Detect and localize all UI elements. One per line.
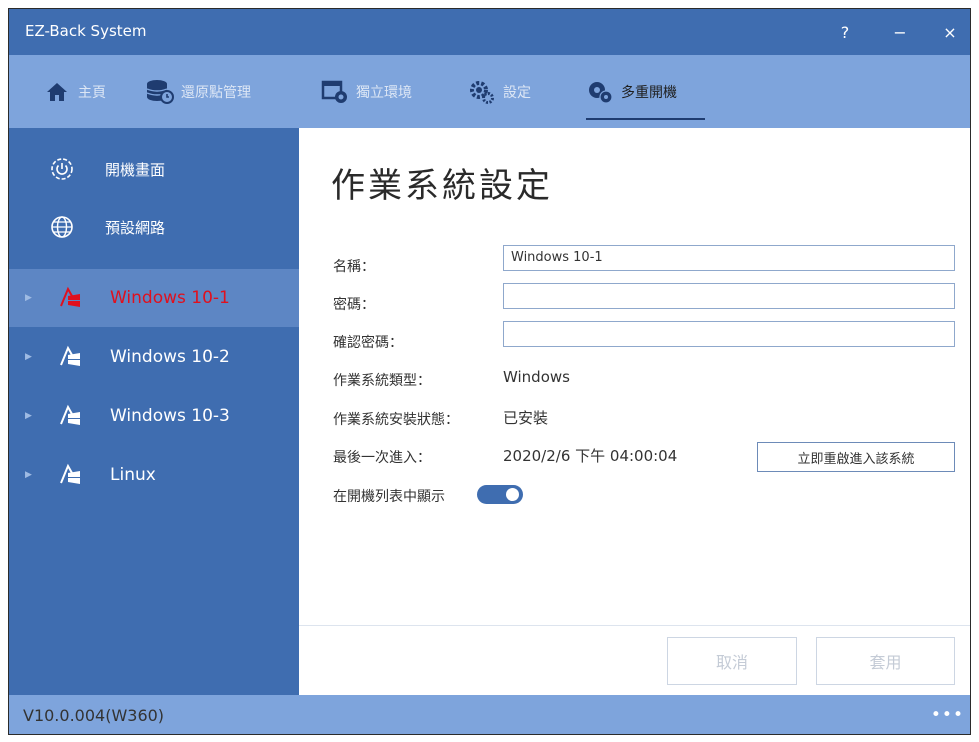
sidebar-item-windows-10-1[interactable]: ▶ Windows 10-1 bbox=[9, 269, 299, 327]
nav-home[interactable]: 主頁 bbox=[43, 55, 106, 128]
globe-icon bbox=[45, 210, 79, 244]
confirm-password-label: 確認密碼： bbox=[333, 335, 403, 351]
show-in-boot-list-label: 在開機列表中顯示 bbox=[333, 489, 445, 505]
nav-independent-env-label: 獨立環境 bbox=[356, 84, 412, 101]
expand-caret-icon[interactable]: ▶ bbox=[25, 293, 32, 303]
window-title: EZ-Back System bbox=[25, 22, 147, 40]
name-input[interactable]: Windows 10-1 bbox=[503, 245, 955, 271]
nav-restore-points-label: 還原點管理 bbox=[181, 84, 251, 101]
main-content: 作業系統設定 名稱： Windows 10-1 密碼： 確認密碼： 作業系統類型… bbox=[299, 128, 970, 695]
expand-caret-icon[interactable]: ▶ bbox=[25, 352, 32, 362]
nav-multi-boot-label: 多重開機 bbox=[621, 84, 677, 101]
last-entry-label: 最後一次進入： bbox=[333, 450, 431, 466]
footer-divider bbox=[299, 625, 970, 626]
nav-settings-label: 設定 bbox=[503, 84, 531, 101]
multi-gear-icon bbox=[586, 79, 614, 105]
database-restore-icon bbox=[146, 79, 174, 105]
gear-power-icon bbox=[45, 152, 79, 186]
os-windows-icon bbox=[53, 399, 87, 433]
name-label: 名稱： bbox=[333, 259, 375, 275]
sidebar-item-label: Windows 10-1 bbox=[110, 288, 230, 308]
cancel-button[interactable]: 取消 bbox=[667, 637, 797, 685]
nav-home-label: 主頁 bbox=[78, 84, 106, 101]
install-status-label: 作業系統安裝狀態： bbox=[333, 412, 459, 428]
os-type-label: 作業系統類型： bbox=[333, 373, 431, 389]
apply-button[interactable]: 套用 bbox=[816, 637, 955, 685]
nav-settings[interactable]: 設定 bbox=[468, 55, 531, 128]
version-label: V10.0.004(W360) bbox=[23, 706, 165, 725]
top-nav: 主頁 還原點管理 獨立環境 設定 多重開機 bbox=[9, 55, 970, 128]
expand-caret-icon[interactable]: ▶ bbox=[25, 411, 32, 421]
sidebar-item-label: Linux bbox=[110, 465, 156, 485]
password-label: 密碼： bbox=[333, 297, 375, 313]
confirm-password-input[interactable] bbox=[503, 321, 955, 347]
sidebar-item-windows-10-2[interactable]: ▶ Windows 10-2 bbox=[9, 328, 299, 386]
sidebar-item-label: 預設網路 bbox=[105, 218, 166, 237]
sidebar-item-default-network[interactable]: 預設網路 bbox=[9, 198, 299, 256]
active-tab-underline bbox=[586, 118, 705, 120]
os-type-value: Windows bbox=[503, 368, 570, 386]
more-options-button[interactable]: ••• bbox=[931, 705, 964, 725]
show-in-boot-list-toggle[interactable] bbox=[477, 485, 523, 504]
close-button[interactable]: × bbox=[933, 17, 967, 47]
page-title: 作業系統設定 bbox=[331, 166, 553, 206]
sidebar: 開機畫面 預設網路 ▶ Windows 10-1 ▶ Windows 10-2 … bbox=[9, 128, 299, 695]
os-windows-icon bbox=[53, 458, 87, 492]
install-status-value: 已安裝 bbox=[503, 409, 549, 427]
os-windows-icon bbox=[53, 281, 87, 315]
title-bar: EZ-Back System ? − × bbox=[9, 9, 970, 55]
expand-caret-icon[interactable]: ▶ bbox=[25, 470, 32, 480]
nav-independent-env[interactable]: 獨立環境 bbox=[321, 55, 412, 128]
window-record-icon bbox=[321, 79, 349, 105]
help-button[interactable]: ? bbox=[828, 17, 862, 47]
toggle-knob bbox=[506, 488, 519, 501]
app-window: EZ-Back System ? − × 主頁 還原點管理 獨立環境 設定 多重… bbox=[8, 8, 971, 735]
nav-restore-points[interactable]: 還原點管理 bbox=[146, 55, 251, 128]
sidebar-item-windows-10-3[interactable]: ▶ Windows 10-3 bbox=[9, 387, 299, 445]
os-windows-icon bbox=[53, 340, 87, 374]
gears-icon bbox=[468, 79, 496, 105]
sidebar-item-label: 開機畫面 bbox=[105, 160, 166, 179]
sidebar-item-label: Windows 10-2 bbox=[110, 347, 230, 367]
sidebar-item-linux[interactable]: ▶ Linux bbox=[9, 446, 299, 504]
last-entry-value: 2020/2/6 下午 04:00:04 bbox=[503, 447, 678, 465]
reboot-into-system-button[interactable]: 立即重啟進入該系統 bbox=[757, 442, 955, 472]
password-input[interactable] bbox=[503, 283, 955, 309]
home-icon bbox=[43, 79, 71, 105]
minimize-button[interactable]: − bbox=[883, 17, 917, 47]
status-bar: V10.0.004(W360) ••• bbox=[9, 695, 970, 734]
sidebar-item-boot-screen[interactable]: 開機畫面 bbox=[9, 140, 299, 198]
sidebar-item-label: Windows 10-3 bbox=[110, 406, 230, 426]
